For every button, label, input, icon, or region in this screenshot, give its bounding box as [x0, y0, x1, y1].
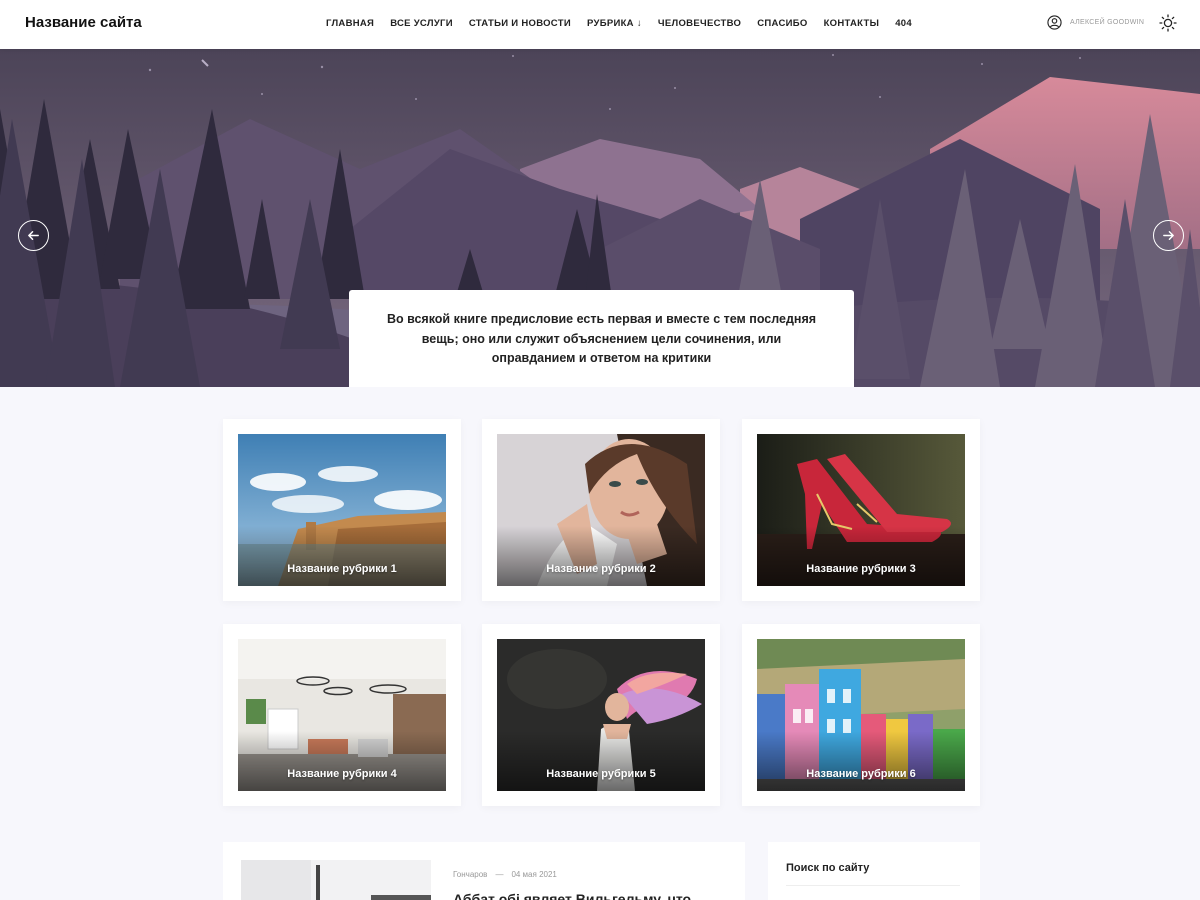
- image-shade: [497, 526, 705, 586]
- post-author[interactable]: Гончаров: [453, 870, 487, 879]
- nav-item-articles[interactable]: Статьи и новости: [469, 18, 571, 29]
- search-widget: Поиск по сайту: [768, 842, 980, 900]
- arrow-down-icon: ↓: [636, 18, 642, 29]
- hero-quote: Во всякой книге предисловие есть первая …: [349, 290, 854, 387]
- nav-label: Все услуги: [390, 18, 453, 29]
- category-title: Название рубрики 1: [287, 563, 397, 575]
- nav-label: Спасибо: [757, 18, 808, 29]
- image-shade: [497, 731, 705, 791]
- widget-title: Поиск по сайту: [786, 862, 870, 874]
- nav-label: Статьи и новости: [468, 18, 571, 29]
- category-card-1[interactable]: Название рубрики 1: [223, 419, 461, 601]
- user-circle-icon: [1047, 15, 1062, 30]
- user-name: Алексей Goodwin: [1070, 19, 1145, 26]
- nav-item-humanity[interactable]: Человечество: [658, 18, 741, 29]
- category-title: Название рубрики 6: [806, 768, 916, 780]
- post-meta: Гончаров — 04 мая 2021: [453, 870, 557, 879]
- category-image-shoes: Название рубрики 3: [757, 434, 965, 586]
- nav-label: Главная: [326, 18, 375, 29]
- slider-next-button[interactable]: [1153, 220, 1184, 251]
- hero-slider: Во всякой книге предисловие есть первая …: [0, 49, 1200, 387]
- nav-label: Человечество: [657, 18, 742, 29]
- sun-icon[interactable]: [1159, 14, 1177, 32]
- post-card[interactable]: Гончаров — 04 мая 2021 Аббат обі являет Ви…: [223, 842, 745, 900]
- category-card-2[interactable]: Название рубрики 2: [482, 419, 720, 601]
- category-image-portrait: Название рубрики 2: [497, 434, 705, 586]
- main-nav: Главная Все услуги Статьи и новости Рубр…: [326, 18, 928, 29]
- nav-label: 404: [895, 18, 912, 29]
- divider: [786, 885, 960, 886]
- category-title: Название рубрики 2: [546, 563, 656, 575]
- nav-item-services[interactable]: Все услуги: [390, 18, 453, 29]
- nav-item-contacts[interactable]: Контакты: [824, 18, 880, 29]
- category-title: Название рубрики 5: [546, 768, 656, 780]
- image-shade: [757, 526, 965, 586]
- user-menu[interactable]: Алексей Goodwin: [1047, 15, 1144, 30]
- category-card-6[interactable]: Название рубрики 6: [742, 624, 980, 806]
- image-shade: [757, 731, 965, 791]
- nav-label: Контакты: [823, 18, 880, 29]
- category-image-hair: Название рубрики 5: [497, 639, 705, 791]
- site-logo[interactable]: Название сайта: [25, 14, 142, 31]
- image-shade: [238, 731, 446, 791]
- site-header: Название сайта Главная Все услуги Статьи…: [0, 0, 1200, 49]
- category-image-coast: Название рубрики 1: [238, 434, 446, 586]
- slider-prev-button[interactable]: [18, 220, 49, 251]
- nav-item-home[interactable]: Главная: [326, 18, 374, 29]
- nav-label: Рубрика: [586, 18, 634, 29]
- category-title: Название рубрики 3: [806, 563, 916, 575]
- post-title[interactable]: Аббат обі являет Вильгельму, что: [453, 891, 691, 900]
- post-date: 04 мая 2021: [511, 870, 557, 879]
- post-thumbnail[interactable]: [241, 860, 431, 900]
- arrow-right-icon: [1163, 231, 1174, 240]
- category-title: Название рубрики 4: [287, 768, 397, 780]
- category-card-5[interactable]: Название рубрики 5: [482, 624, 720, 806]
- image-shade: [238, 526, 446, 586]
- nav-item-404[interactable]: 404: [895, 18, 912, 29]
- category-image-interior: Название рубрики 4: [238, 639, 446, 791]
- category-image-houses: Название рубрики 6: [757, 639, 965, 791]
- nav-item-thanks[interactable]: Спасибо: [757, 18, 807, 29]
- category-card-3[interactable]: Название рубрики 3: [742, 419, 980, 601]
- meta-separator: —: [495, 870, 504, 879]
- nav-item-category[interactable]: Рубрика ↓: [587, 18, 642, 29]
- arrow-left-icon: [28, 231, 39, 240]
- category-card-4[interactable]: Название рубрики 4: [223, 624, 461, 806]
